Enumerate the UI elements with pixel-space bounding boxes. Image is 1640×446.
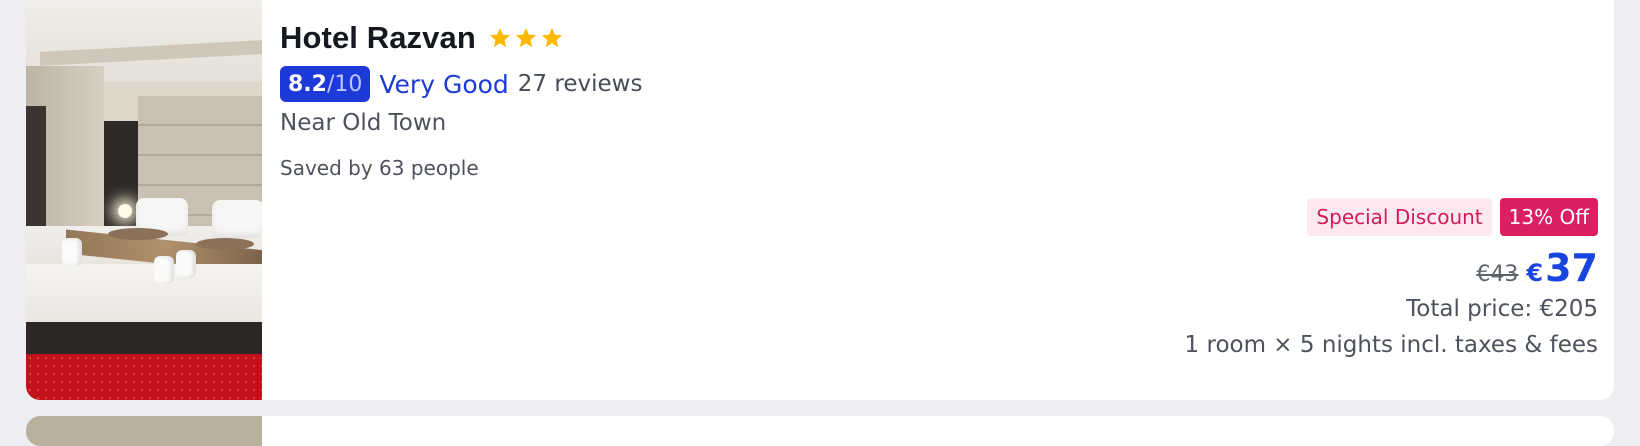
next-hotel-card[interactable] — [26, 416, 1614, 446]
hotel-info: Hotel Razvan 8.2/10 Very Good 27 reviews… — [262, 0, 1614, 400]
photo-blanket — [196, 238, 254, 250]
next-hotel-photo[interactable] — [26, 416, 262, 446]
photo-towel — [62, 238, 82, 266]
review-count[interactable]: 27 reviews — [518, 71, 643, 97]
hotel-card[interactable]: Hotel Razvan 8.2/10 Very Good 27 reviews… — [26, 0, 1614, 400]
photo-towel — [176, 250, 196, 278]
star-rating — [488, 26, 564, 50]
photo-carpet — [26, 354, 262, 400]
discount-badges: Special Discount 13% Off — [1185, 198, 1598, 236]
old-price: €43 — [1476, 262, 1519, 287]
price-block: Special Discount 13% Off €43 € 37 Total … — [1185, 198, 1598, 358]
total-price: Total price: €205 — [1406, 296, 1598, 322]
current-price: 37 — [1545, 246, 1598, 290]
hotel-photo[interactable] — [26, 0, 262, 400]
hotel-name[interactable]: Hotel Razvan — [280, 20, 476, 56]
photo-pillow — [212, 200, 262, 238]
photo-towel — [154, 256, 174, 284]
rating-row[interactable]: 8.2/10 Very Good 27 reviews — [280, 66, 642, 102]
special-discount-badge: Special Discount — [1307, 198, 1492, 236]
score-denominator: /10 — [326, 71, 363, 97]
location-text: Near Old Town — [280, 110, 447, 136]
price-row: €43 € 37 — [1185, 246, 1598, 290]
score-value: 8.2 — [288, 71, 327, 97]
star-icon — [515, 28, 536, 48]
rating-word: Very Good — [379, 69, 509, 99]
saved-count: Saved by 63 people — [280, 156, 479, 180]
star-icon — [489, 28, 510, 48]
score-badge: 8.2/10 — [280, 66, 371, 102]
photo-lamp — [118, 204, 132, 218]
photo-bed-front — [26, 264, 262, 324]
photo-blanket — [108, 228, 168, 240]
title-row: Hotel Razvan — [280, 20, 564, 56]
stay-details: 1 room × 5 nights incl. taxes & fees — [1184, 332, 1598, 358]
star-icon — [541, 28, 562, 48]
currency-symbol: € — [1526, 259, 1544, 287]
percent-off-badge: 13% Off — [1499, 198, 1598, 236]
